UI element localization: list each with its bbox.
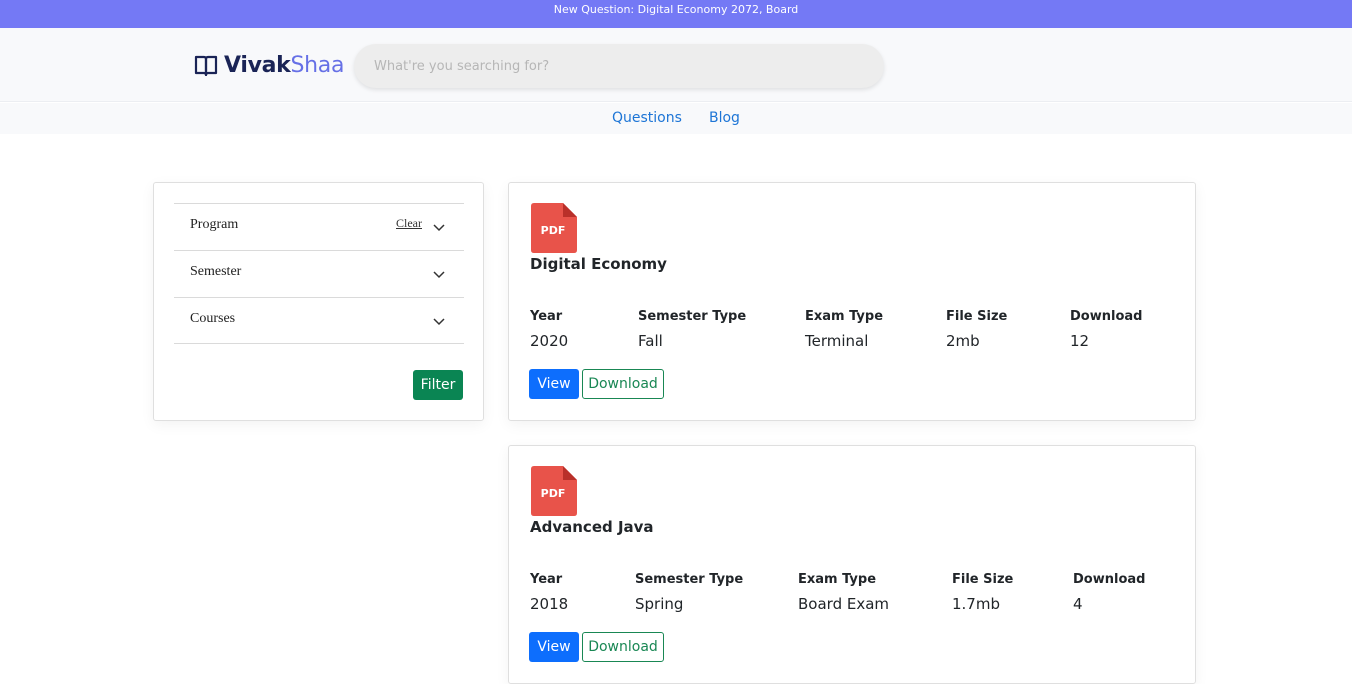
field-value: Fall [638,332,663,350]
header: Vivak Shaa [0,28,1352,102]
field-value: 4 [1073,595,1083,613]
chevron-down-icon[interactable] [432,220,446,234]
filter-program[interactable]: Program Clear [174,203,464,250]
brand-logo[interactable]: Vivak Shaa [194,52,344,78]
nav-questions[interactable]: Questions [612,110,682,126]
brand-name-light: Shaa [290,52,345,78]
field-label: Download [1070,309,1143,324]
field-value: Spring [635,595,684,613]
file-size-field: File Size 2mb [946,309,1007,350]
field-label: Exam Type [798,572,877,587]
search-input[interactable] [354,44,884,88]
file-size-field: File Size 1.7mb [952,572,1013,613]
download-button[interactable]: Download [582,632,664,662]
field-label: File Size [952,572,1014,587]
year-field: Year 2020 [530,309,568,350]
field-label: Exam Type [805,309,884,324]
brand-name-bold: Vivak [224,52,291,78]
field-value: 1.7mb [952,595,1000,613]
nav-blog[interactable]: Blog [709,110,740,126]
filter-label: Program [190,217,239,232]
paper-card: PDF Digital Economy Year 2020 Semester T… [508,182,1196,421]
chevron-down-icon[interactable] [432,314,446,328]
field-label: File Size [946,309,1008,324]
filter-semester[interactable]: Semester [174,250,464,297]
field-value: 12 [1070,332,1090,350]
download-count-field: Download 12 [1070,309,1142,350]
clear-link[interactable]: Clear [396,216,422,231]
view-button[interactable]: View [529,369,579,399]
download-button[interactable]: Download [582,369,664,399]
semester-type-field: Semester Type Spring [635,572,743,613]
field-label: Semester Type [635,572,744,587]
filter-panel: Program Clear Semester Courses Filter [153,182,484,421]
field-value: 2020 [530,332,569,350]
pdf-file-icon: PDF [531,203,577,253]
pdf-label: PDF [541,224,566,237]
announcement-bar[interactable]: New Question: Digital Economy 2072, Boar… [0,0,1352,28]
pdf-label: PDF [541,487,566,500]
field-value: Board Exam [798,595,890,613]
field-label: Semester Type [638,309,747,324]
field-label: Year [530,572,563,587]
open-book-icon [194,55,218,76]
filter-label: Courses [190,311,236,326]
filter-courses[interactable]: Courses [174,297,464,344]
chevron-down-icon[interactable] [432,267,446,281]
field-value: 2018 [530,595,569,613]
paper-title[interactable]: Advanced Java [530,518,654,536]
download-count-field: Download 4 [1073,572,1145,613]
main-nav: Questions Blog [0,103,1352,134]
field-value: 2mb [946,332,980,350]
paper-title[interactable]: Digital Economy [530,255,667,273]
view-button[interactable]: View [529,632,579,662]
exam-type-field: Exam Type Board Exam [798,572,889,613]
paper-card: PDF Advanced Java Year 2018 Semester Typ… [508,445,1196,684]
field-label: Download [1073,572,1146,587]
year-field: Year 2018 [530,572,568,613]
exam-type-field: Exam Type Terminal [805,309,883,350]
pdf-file-icon: PDF [531,466,577,516]
semester-type-field: Semester Type Fall [638,309,746,350]
filter-button[interactable]: Filter [413,370,463,400]
filter-label: Semester [190,264,242,279]
field-value: Terminal [805,332,869,350]
field-label: Year [530,309,563,324]
